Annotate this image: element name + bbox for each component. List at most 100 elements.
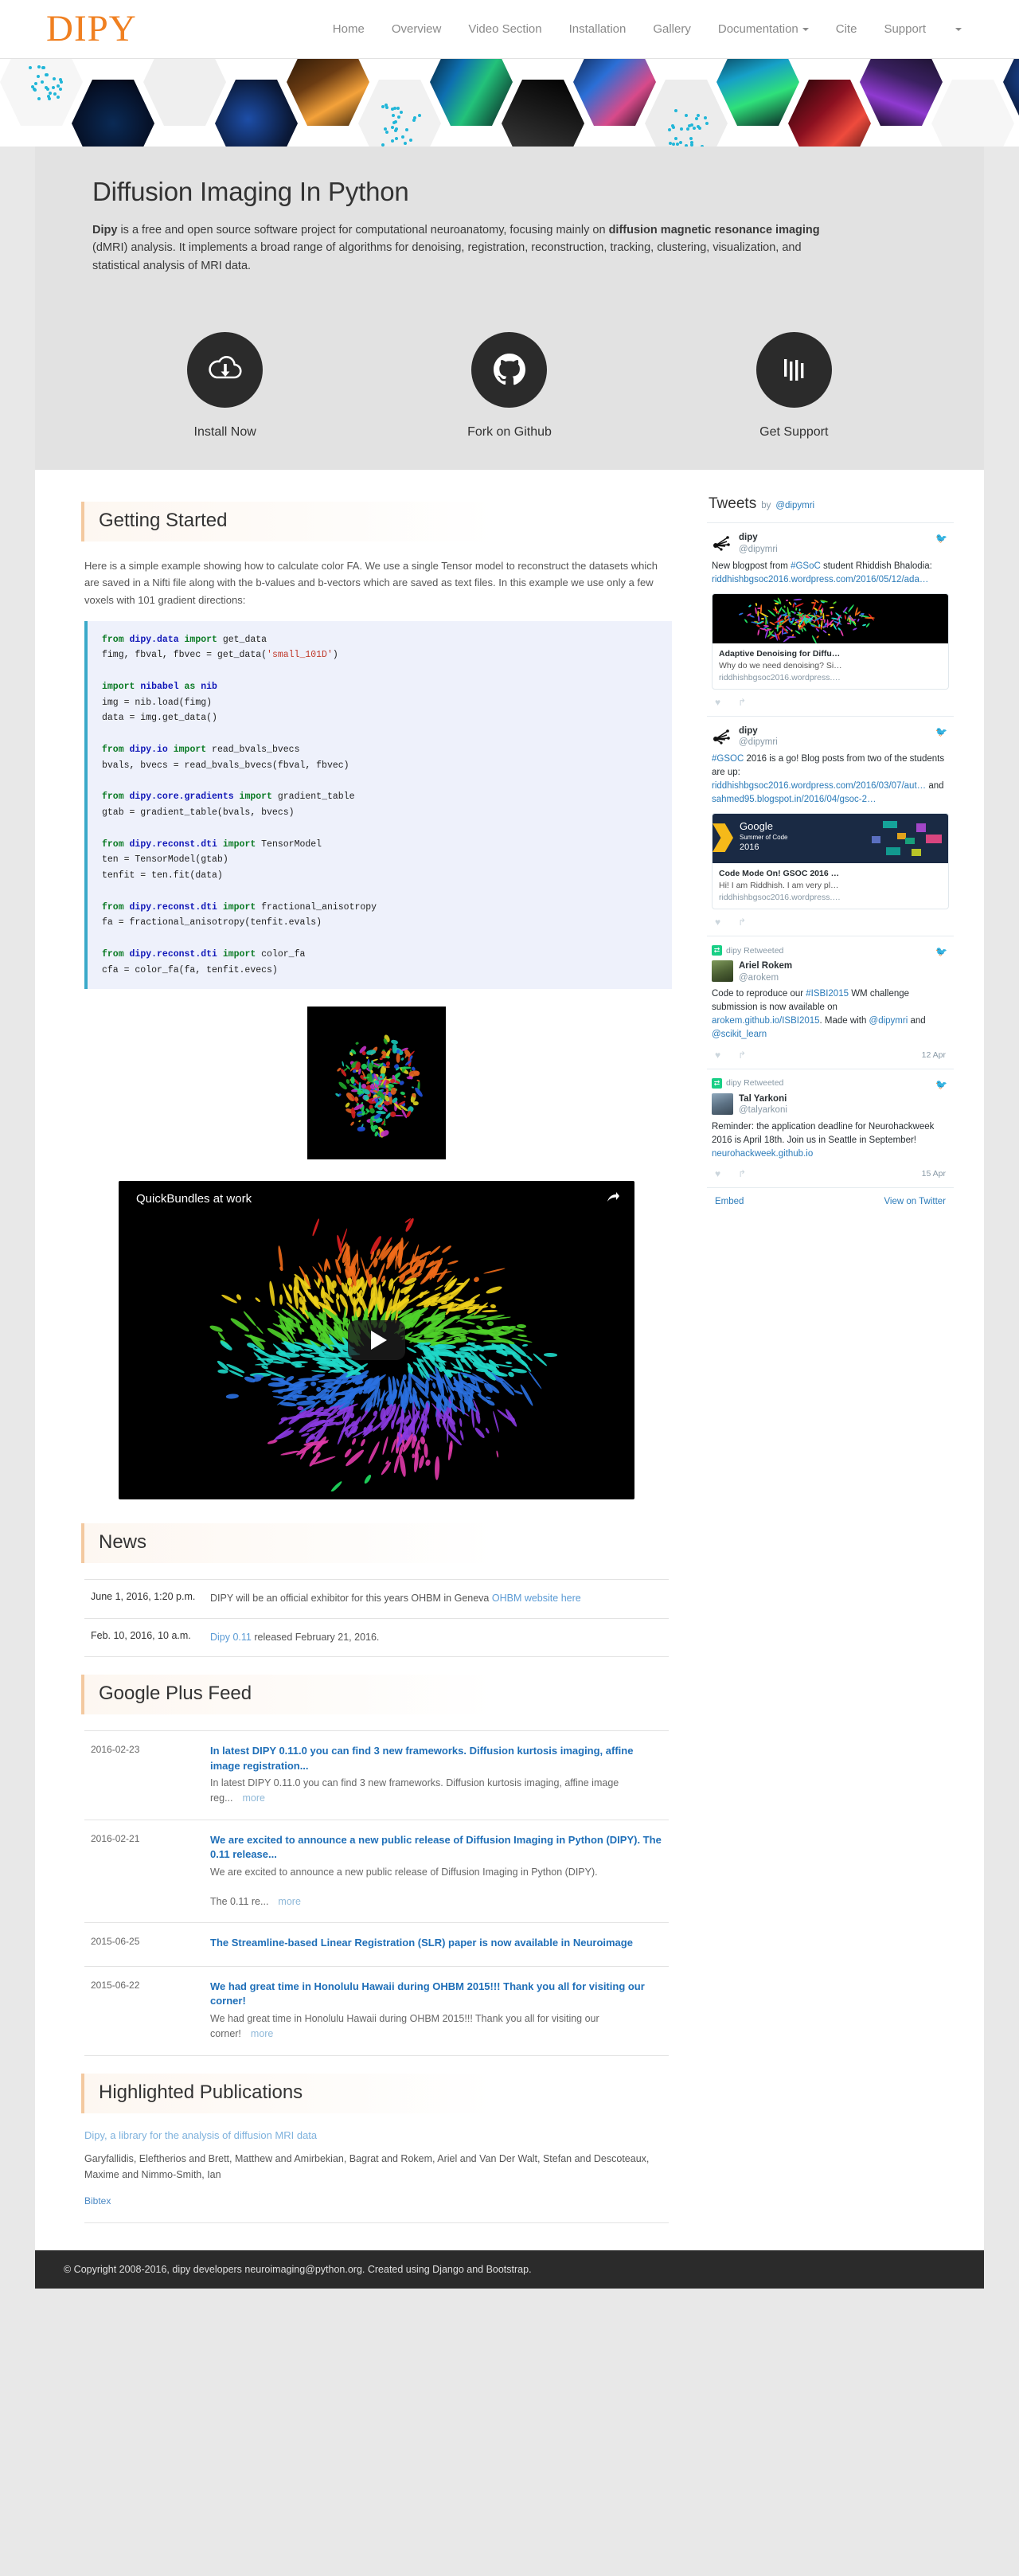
tweet-user[interactable]: dipy @dipymri xyxy=(712,532,949,555)
heart-icon[interactable]: ♥ xyxy=(715,917,720,928)
tract-streamline xyxy=(330,1480,342,1491)
tweet-link[interactable]: #GSoC xyxy=(791,561,821,571)
tweet-link[interactable]: neurohackweek.github.io xyxy=(712,1149,813,1159)
tract-streamline xyxy=(330,1397,337,1401)
tweet[interactable]: 🐦 dipy @dipymri #GSOC 2016 is a go! Blog po… xyxy=(707,716,954,936)
color-fa-figure-wrap xyxy=(81,1007,672,1163)
tweet-link[interactable]: @scikit_learn xyxy=(712,1030,767,1039)
example-code-block[interactable]: from dipy.data import get_data fimg, fbv… xyxy=(84,621,672,990)
heart-icon[interactable]: ♥ xyxy=(715,1050,720,1061)
tweet-link-card[interactable]: Adaptive Denoising for Diffu… Why do we n… xyxy=(712,593,949,690)
tweet-user[interactable]: Tal Yarkoni @talyarkoni xyxy=(712,1093,949,1116)
code-token: import xyxy=(240,792,278,802)
gplus-snippet: In latest DIPY 0.11.0 you can find 3 new… xyxy=(210,1776,662,1807)
code-token: dipy.reconst.dti xyxy=(130,949,223,960)
twitter-header-handle[interactable]: @dipymri xyxy=(775,501,814,510)
reply-icon[interactable]: ↱ xyxy=(738,1050,746,1061)
gplus-title[interactable]: We had great time in Honolulu Hawaii dur… xyxy=(210,1980,662,2009)
card-streamline xyxy=(755,621,757,623)
publication-title[interactable]: Dipy, a library for the analysis of diff… xyxy=(84,2129,669,2141)
tract-streamline xyxy=(362,1426,366,1432)
hex-tile xyxy=(215,80,298,147)
tract-streamline xyxy=(490,1304,497,1309)
heart-icon[interactable]: ♥ xyxy=(715,697,720,708)
tweet-link-card[interactable]: Google Summer of Code 2016 Code Mode On! GS… xyxy=(712,813,949,909)
quickbundles-video-player[interactable]: QuickBundles at work xyxy=(119,1181,634,1499)
hex-tile xyxy=(645,80,728,147)
embed-link[interactable]: Embed xyxy=(715,1197,744,1206)
card-streamline xyxy=(755,603,757,606)
gplus-more-link[interactable]: more xyxy=(251,2028,273,2039)
nav-item-home[interactable]: Home xyxy=(319,14,378,44)
tweet-link[interactable]: riddhishbgsoc2016.wordpress.com/2016/05/… xyxy=(712,575,928,584)
gplus-heading: Google Plus Feed xyxy=(81,1675,672,1714)
tweet-link[interactable]: #ISBI2015 xyxy=(806,989,849,999)
nav-item-support[interactable]: Support xyxy=(870,14,939,44)
tract-streamline xyxy=(335,1299,341,1312)
gplus-title[interactable]: We are excited to announce a new public … xyxy=(210,1833,662,1863)
code-token: nibabel xyxy=(140,682,184,692)
gplus-title[interactable]: In latest DIPY 0.11.0 you can find 3 new… xyxy=(210,1744,662,1773)
hex-dot xyxy=(57,96,60,99)
fork-on-github-action[interactable]: Fork on Github xyxy=(414,332,605,440)
nav-more-dropdown[interactable] xyxy=(939,20,978,39)
twitter-bird-icon: 🐦 xyxy=(935,946,947,957)
tweet-link[interactable]: arokem.github.io/ISBI2015 xyxy=(712,1016,820,1026)
card-streamline xyxy=(775,602,779,604)
fa-stroke xyxy=(406,1076,411,1079)
hex-dot xyxy=(672,143,675,146)
tweet-link[interactable]: @dipymri xyxy=(869,1016,908,1026)
tweet-link[interactable]: #GSOC xyxy=(712,754,744,764)
gplus-title[interactable]: The Streamline-based Linear Registration… xyxy=(210,1936,662,1950)
gplus-more-link[interactable]: more xyxy=(243,1792,265,1804)
hex-dot xyxy=(674,137,677,140)
news-link[interactable]: Dipy 0.11 xyxy=(210,1632,252,1643)
nav-item-video-section[interactable]: Video Section xyxy=(455,14,555,44)
brand-logo[interactable]: DIPY xyxy=(46,10,137,48)
card-streamline xyxy=(826,615,830,616)
hex-dot xyxy=(401,135,404,139)
code-token: from xyxy=(102,839,130,850)
tweet[interactable]: ⇄ dipy Retweeted 🐦 Tal Yarkoni @talyarkoni Re… xyxy=(707,1069,954,1187)
reply-icon[interactable]: ↱ xyxy=(738,917,746,928)
tract-streamline xyxy=(226,1394,239,1400)
tweet-link[interactable]: sahmed95.blogspot.in/2016/04/gsoc-2… xyxy=(712,795,876,804)
bibtex-link[interactable]: Bibtex xyxy=(84,2195,111,2207)
install-now-action[interactable]: Install Now xyxy=(130,332,321,440)
gplus-more-link[interactable]: more xyxy=(278,1896,300,1907)
bars-icon xyxy=(756,332,832,408)
tract-streamline xyxy=(454,1297,463,1301)
nav-item-overview[interactable]: Overview xyxy=(378,14,455,44)
tweet[interactable]: 🐦 dipy @dipymri New blogpost from #GSoC stu… xyxy=(707,522,954,715)
nav-item-installation[interactable]: Installation xyxy=(556,14,640,44)
hero-lead-text-1: is a free and open source software proje… xyxy=(117,224,608,236)
fa-stroke xyxy=(342,1061,345,1067)
hex-dot xyxy=(685,144,688,147)
tweet-user[interactable]: Ariel Rokem @arokem xyxy=(712,960,949,983)
tract-streamline xyxy=(517,1324,526,1329)
news-link[interactable]: OHBM website here xyxy=(492,1593,581,1604)
hero-panel: Diffusion Imaging In Python Dipy is a fr… xyxy=(35,147,984,302)
tweet[interactable]: ⇄ dipy Retweeted 🐦 Ariel Rokem @arokem Code t… xyxy=(707,936,954,1068)
play-button[interactable] xyxy=(348,1320,405,1360)
get-support-action[interactable]: Get Support xyxy=(698,332,889,440)
code-token: bvals, bvecs = read_bvals_bvecs(fbval, f… xyxy=(102,760,349,771)
tweet-user-names: Ariel Rokem @arokem xyxy=(739,960,792,983)
nav-item-documentation[interactable]: Documentation xyxy=(705,14,822,44)
bottom-spacer xyxy=(35,2223,984,2250)
reply-icon[interactable]: ↱ xyxy=(738,697,746,708)
nav-item-cite[interactable]: Cite xyxy=(822,14,871,44)
news-date: June 1, 2016, 1:20 p.m. xyxy=(91,1591,210,1606)
view-on-twitter-link[interactable]: View on Twitter xyxy=(884,1197,946,1206)
hex-dot xyxy=(381,105,385,108)
chevron-down-icon xyxy=(802,28,809,31)
tweet-user[interactable]: dipy @dipymri xyxy=(712,725,949,749)
hero-lead-strong-1: Dipy xyxy=(92,224,117,236)
reply-icon[interactable]: ↱ xyxy=(738,1168,746,1179)
nav-item-gallery[interactable]: Gallery xyxy=(639,14,705,44)
heart-icon[interactable]: ♥ xyxy=(715,1168,720,1179)
share-icon[interactable] xyxy=(606,1190,620,1209)
tweet-handle: @arokem xyxy=(739,972,792,984)
tweet-link[interactable]: riddhishbgsoc2016.wordpress.com/2016/03/… xyxy=(712,781,926,791)
hex-dot xyxy=(59,88,62,91)
